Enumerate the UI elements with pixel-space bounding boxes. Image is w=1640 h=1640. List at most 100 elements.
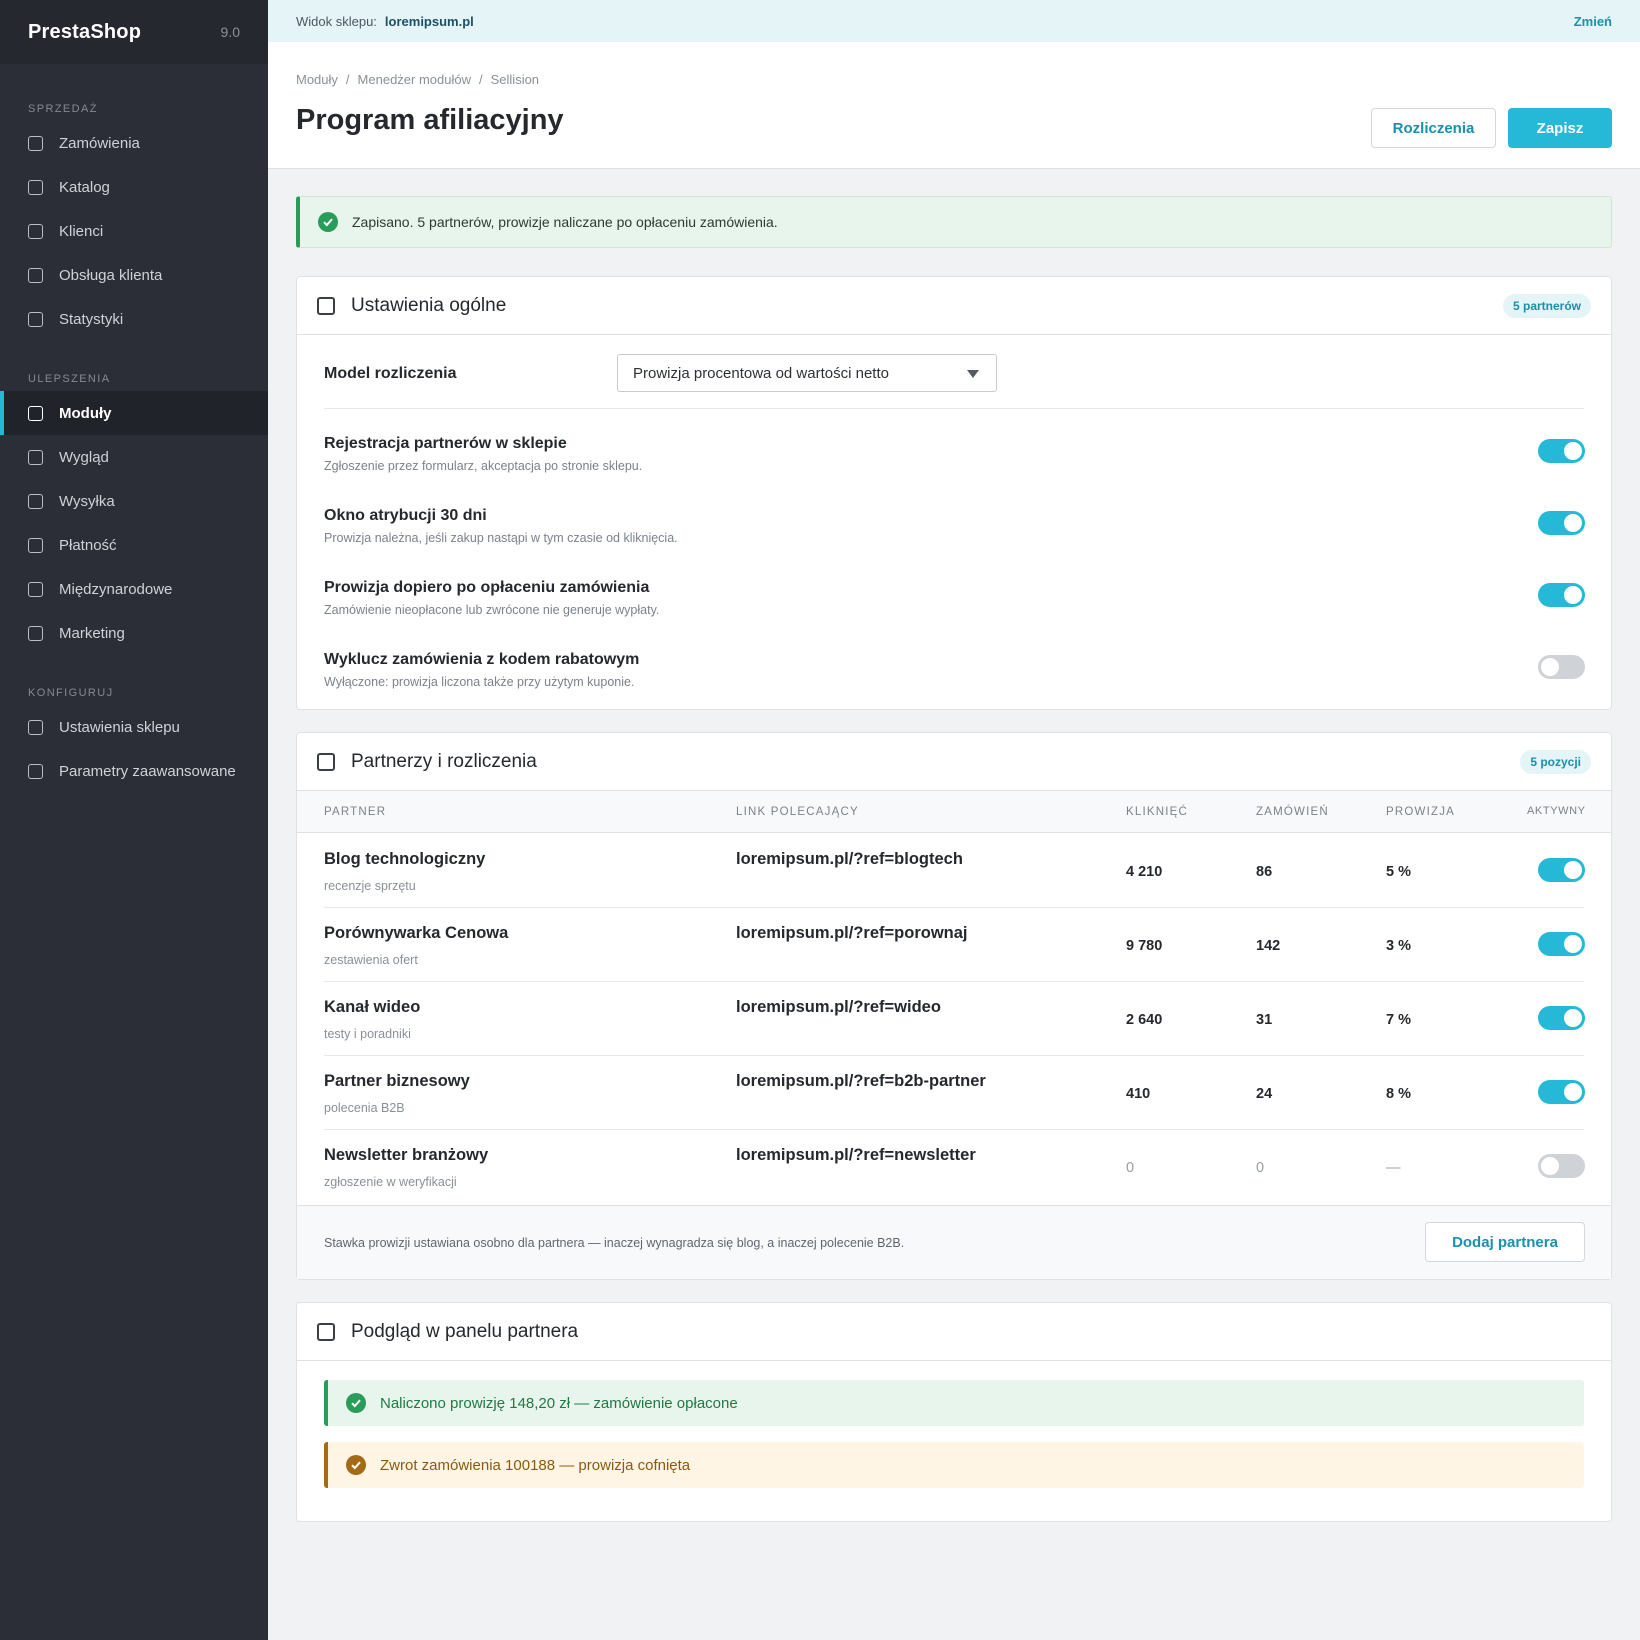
checkbox-icon [28, 449, 43, 465]
column-link[interactable]: LINK POLECAJĄCY [736, 806, 859, 818]
checkbox-icon [317, 1322, 335, 1341]
clicks-value: 4 210 [1126, 864, 1163, 880]
partner-active-toggle[interactable] [1538, 1154, 1585, 1178]
column-orders[interactable]: ZAMÓWIEŃ [1256, 806, 1329, 818]
commission-value: 3 % [1386, 938, 1411, 954]
divider [324, 408, 1584, 409]
option-partner-registration: Rejestracja partnerów w sklepie Zgłoszen… [324, 435, 642, 473]
partner-name: Partner biznesowy [324, 1072, 470, 1090]
option-commission-after-payment: Prowizja dopiero po opłaceniu zamówienia… [324, 579, 659, 617]
table-header: PARTNER LINK POLECAJĄCY KLIKNIĘĆ ZAMÓWIE… [297, 791, 1611, 833]
referral-link[interactable]: loremipsum.pl/?ref=porownaj [736, 924, 968, 943]
option-description: Zamówienie nieopłacone lub zwrócone nie … [324, 603, 660, 617]
breadcrumb-item: Sellision [490, 72, 540, 87]
toggle-exclude-discount-orders[interactable] [1538, 655, 1585, 679]
sidebar-item-shipping[interactable]: Wysyłka [0, 479, 268, 523]
sidebar-item-orders[interactable]: Zamówienia [0, 121, 268, 165]
sidebar-item-modules[interactable]: Moduły [0, 391, 268, 435]
sidebar-item-label: Obsługa klienta [59, 266, 163, 284]
column-active[interactable]: AKTYWNY [1527, 805, 1586, 817]
table-footer: Stawka prowizji ustawiana osobno dla par… [297, 1205, 1611, 1279]
column-clicks[interactable]: KLIKNIĘĆ [1126, 806, 1188, 818]
sidebar-item-label: Wysyłka [59, 492, 115, 510]
sidebar-item-label: Płatność [59, 536, 117, 554]
checkbox-icon [28, 493, 43, 509]
partner-name: Porównywarka Cenowa [324, 924, 509, 942]
sidebar: PrestaShop 9.0 SPRZEDAŻ Zamówienia Katal… [0, 0, 268, 1640]
checkbox-icon [28, 267, 43, 283]
column-partner[interactable]: PARTNER [324, 806, 386, 818]
checkbox-icon [28, 625, 43, 641]
checkbox-icon [28, 179, 43, 195]
breadcrumb-item[interactable]: Menedżer modułów [358, 72, 471, 87]
referral-link[interactable]: loremipsum.pl/?ref=b2b-partner [736, 1072, 986, 1091]
referral-link[interactable]: loremipsum.pl/?ref=newsletter [736, 1146, 976, 1165]
checkbox-icon [317, 296, 335, 315]
sidebar-item-label: Klienci [59, 222, 104, 240]
toggle-partner-registration[interactable] [1538, 439, 1585, 463]
sidebar-item-label: Parametry zaawansowane [59, 762, 236, 780]
sidebar-item-label: Ustawienia sklepu [59, 718, 180, 736]
partner-active-toggle[interactable] [1538, 932, 1585, 956]
partners-count-badge: 5 partnerów [1502, 294, 1591, 318]
table-row: Partner biznesowy polecenia B2B loremips… [324, 1056, 1585, 1130]
nav-section-sales: SPRZEDAŻ [28, 103, 98, 115]
billing-model-select[interactable]: Prowizja procentowa od wartości netto [617, 354, 997, 392]
partner-active-toggle[interactable] [1538, 1006, 1585, 1030]
checkbox-icon [28, 537, 43, 553]
sidebar-item-shop-settings[interactable]: Ustawienia sklepu [0, 705, 268, 749]
sidebar-item-design[interactable]: Wygląd [0, 435, 268, 479]
checkbox-icon [28, 223, 43, 239]
card-header: Partnerzy i rozliczenia 5 pozycji [297, 733, 1611, 791]
commission-reverted-notice: Zwrot zamówienia 100188 — prowizja cofni… [324, 1442, 1584, 1488]
sidebar-item-customers[interactable]: Klienci [0, 209, 268, 253]
orders-value: 31 [1256, 1012, 1273, 1028]
billing-model-value: Prowizja procentowa od wartości netto [633, 364, 889, 382]
sidebar-item-international[interactable]: Międzynarodowe [0, 567, 268, 611]
sidebar-item-catalog[interactable]: Katalog [0, 165, 268, 209]
card-title: Ustawienia ogólne [351, 294, 507, 316]
sidebar-item-advanced-params[interactable]: Parametry zaawansowane [0, 749, 268, 793]
orders-value: 0 [1256, 1160, 1265, 1176]
commission-accrued-notice: Naliczono prowizję 148,20 zł — zamówieni… [324, 1380, 1584, 1426]
general-settings-card: Ustawienia ogólne 5 partnerów Model rozl… [296, 276, 1612, 710]
partner-name: Blog technologiczny [324, 850, 486, 868]
breadcrumb-item[interactable]: Moduły [296, 72, 338, 87]
sidebar-item-stats[interactable]: Statystyki [0, 297, 268, 341]
add-partner-button[interactable]: Dodaj partnera [1425, 1222, 1585, 1262]
partner-active-toggle[interactable] [1538, 1080, 1585, 1104]
nav-section-configure: KONFIGURUJ [28, 687, 114, 699]
orders-value: 24 [1256, 1086, 1273, 1102]
nav-section-improve: ULEPSZENIA [28, 373, 111, 385]
change-shop-link[interactable]: Zmień [1574, 14, 1612, 29]
commission-value: 7 % [1386, 1012, 1411, 1028]
brand-logo[interactable]: PrestaShop [28, 21, 141, 44]
shop-view-name[interactable]: loremipsum.pl [385, 14, 474, 29]
table-row: Blog technologiczny recenzje sprzętu lor… [324, 834, 1585, 908]
commission-value: 8 % [1386, 1086, 1411, 1102]
card-header: Ustawienia ogólne 5 partnerów [297, 277, 1611, 335]
page-title: Program afiliacyjny [296, 104, 564, 136]
caret-down-icon [967, 370, 979, 378]
settlements-button[interactable]: Rozliczenia [1371, 108, 1496, 148]
option-title: Prowizja dopiero po opłaceniu zamówienia [324, 579, 650, 596]
commission-value: 5 % [1386, 864, 1411, 880]
save-button[interactable]: Zapisz [1508, 108, 1612, 148]
page-header: Moduły / Menedżer modułów / Sellision Progra… [268, 42, 1640, 169]
partner-active-toggle[interactable] [1538, 858, 1585, 882]
shop-view: Widok sklepu: loremipsum.pl [296, 14, 474, 29]
column-commission[interactable]: PROWIZJA [1386, 806, 1455, 818]
billing-model-label: Model rozliczenia [324, 365, 457, 382]
rows-count-badge: 5 pozycji [1520, 750, 1591, 774]
sidebar-item-label: Statystyki [59, 310, 124, 328]
sidebar-item-marketing[interactable]: Marketing [0, 611, 268, 655]
option-description: Wyłączone: prowizja liczona także przy u… [324, 675, 635, 689]
card-header: Podgląd w panelu partnera [297, 1303, 1611, 1361]
referral-link[interactable]: loremipsum.pl/?ref=blogtech [736, 850, 963, 869]
toggle-attribution-window[interactable] [1538, 511, 1585, 535]
sidebar-item-payment[interactable]: Płatność [0, 523, 268, 567]
sidebar-item-customer-service[interactable]: Obsługa klienta [0, 253, 268, 297]
clicks-value: 9 780 [1126, 938, 1163, 954]
toggle-commission-after-payment[interactable] [1538, 583, 1585, 607]
referral-link[interactable]: loremipsum.pl/?ref=wideo [736, 998, 941, 1017]
